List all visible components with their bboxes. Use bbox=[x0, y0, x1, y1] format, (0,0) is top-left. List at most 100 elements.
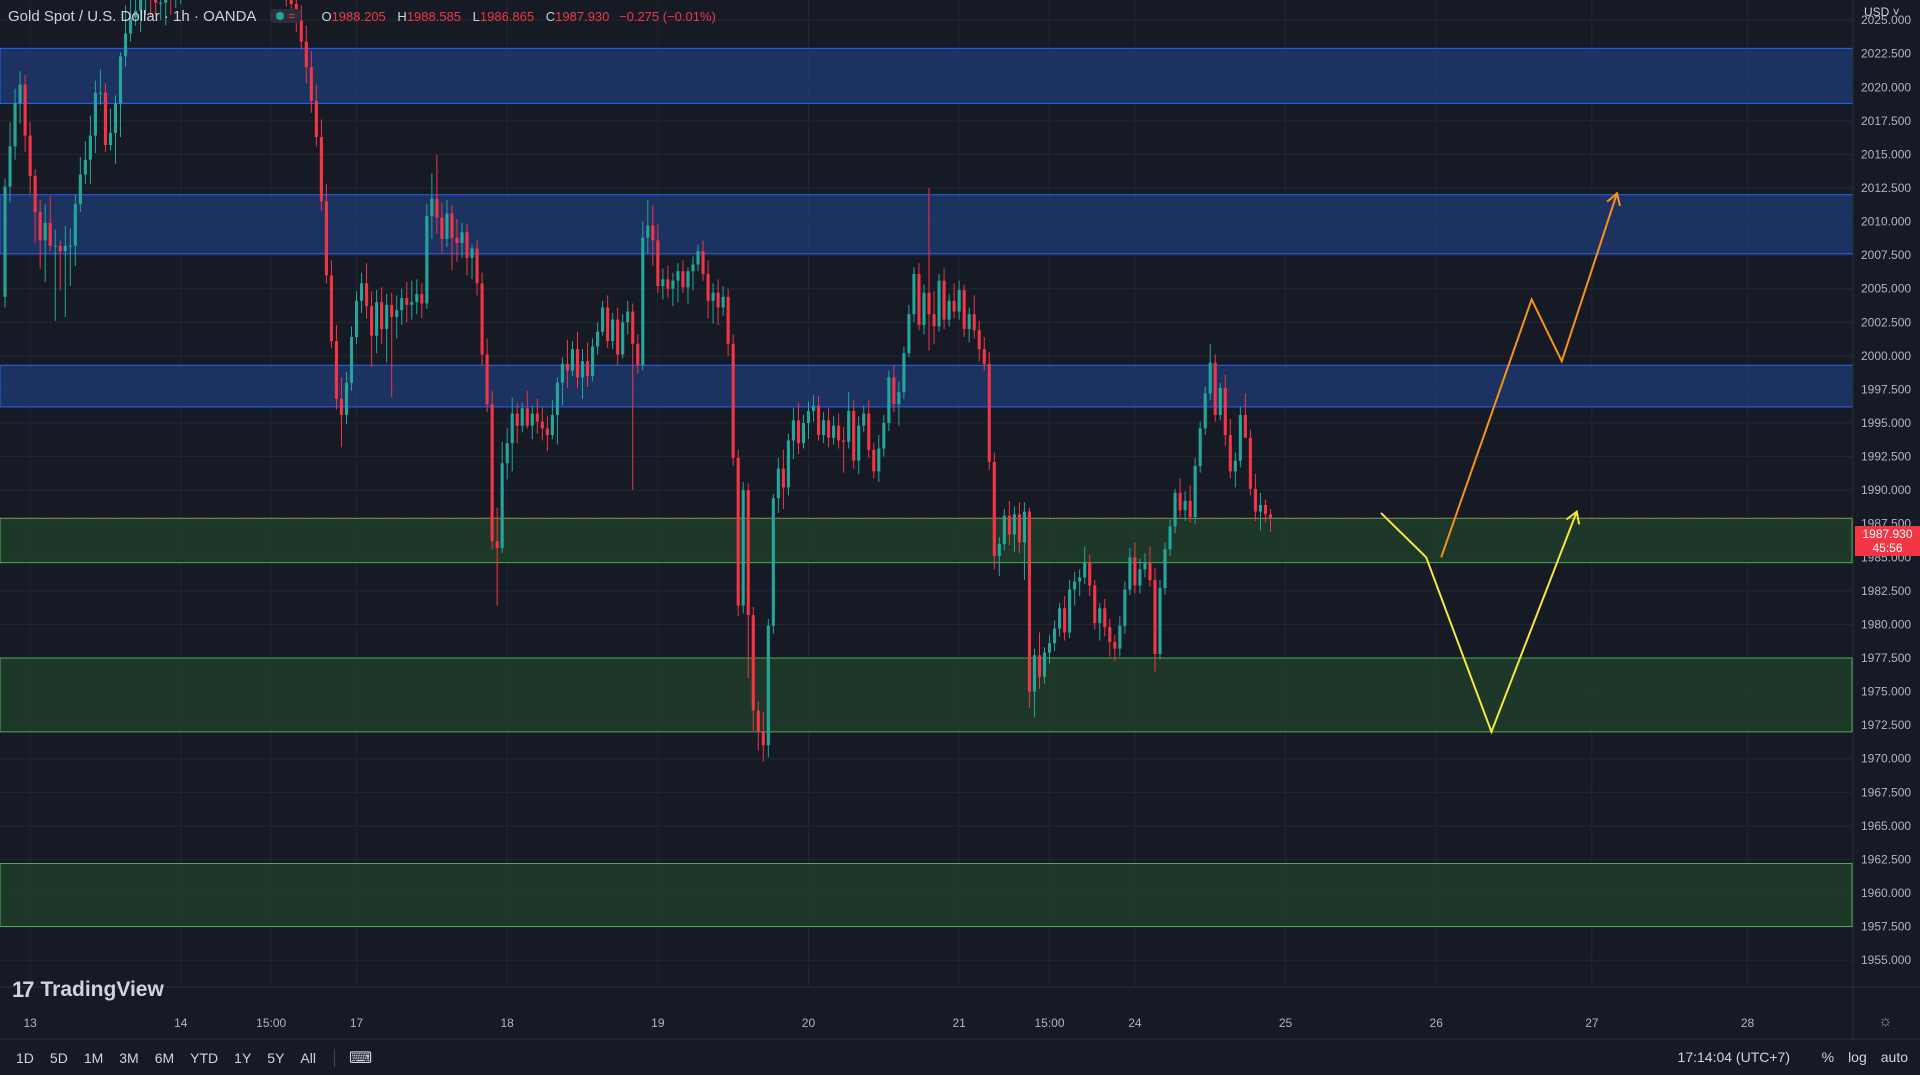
candle-down bbox=[390, 304, 394, 317]
candle-down bbox=[987, 363, 991, 462]
candle-up bbox=[1193, 465, 1197, 517]
candle-up bbox=[395, 310, 399, 317]
price-tick-label: 1977.500 bbox=[1861, 651, 1911, 665]
ohlc-values: O1988.205 H1988.585 L1986.865 C1987.930 … bbox=[313, 9, 715, 24]
candle-down bbox=[726, 296, 730, 344]
candle-up bbox=[8, 146, 12, 187]
candle-up bbox=[967, 314, 971, 329]
percent-scale-button[interactable]: % bbox=[1822, 1049, 1834, 1065]
candle-down bbox=[706, 273, 710, 301]
symbol-header: Gold Spot / U.S. Dollar · 1h · OANDA = O… bbox=[0, 0, 716, 32]
candle-up bbox=[505, 443, 509, 464]
settings-icon[interactable]: ☼ bbox=[1878, 1013, 1893, 1031]
auto-scale-button[interactable]: auto bbox=[1881, 1049, 1908, 1065]
range-1m-button[interactable]: 1M bbox=[84, 1050, 103, 1066]
candle-down bbox=[1017, 514, 1021, 543]
candle-down bbox=[917, 273, 921, 325]
price-chart[interactable]: 2025.0002022.5002020.0002017.5002015.000… bbox=[0, 0, 1920, 1075]
candle-down bbox=[796, 420, 801, 444]
candle-up bbox=[1047, 643, 1052, 653]
candle-up bbox=[937, 280, 941, 327]
candle-up bbox=[400, 298, 404, 311]
candle-up bbox=[1012, 514, 1016, 535]
range-5y-button[interactable]: 5Y bbox=[267, 1050, 284, 1066]
timezone-clock[interactable]: 17:14:04 (UTC+7) bbox=[1678, 1049, 1790, 1065]
candle-up bbox=[1173, 492, 1177, 527]
candle-up bbox=[1158, 588, 1162, 654]
candle-down bbox=[816, 405, 821, 436]
candle-up bbox=[601, 307, 605, 332]
candle-up bbox=[801, 423, 806, 444]
candle-down bbox=[565, 363, 570, 371]
candle-up bbox=[696, 251, 700, 265]
price-tick-label: 2002.500 bbox=[1861, 315, 1911, 329]
candle-down bbox=[1243, 414, 1247, 438]
time-tick-label: 15:00 bbox=[1035, 1016, 1065, 1030]
candle-down bbox=[38, 212, 42, 241]
high-label: H bbox=[397, 8, 407, 24]
candle-down bbox=[1007, 515, 1011, 535]
candle-up bbox=[741, 490, 745, 606]
candle-up bbox=[611, 319, 615, 342]
range-3m-button[interactable]: 3M bbox=[119, 1050, 138, 1066]
candle-down bbox=[475, 248, 479, 284]
symbol-title[interactable]: Gold Spot / U.S. Dollar · 1h · OANDA bbox=[8, 8, 256, 25]
candle-up bbox=[560, 363, 564, 383]
candle-down bbox=[1228, 435, 1232, 472]
candle-up bbox=[661, 279, 665, 287]
candle-down bbox=[490, 404, 494, 542]
candle-up bbox=[811, 405, 816, 411]
candle-up bbox=[1118, 625, 1122, 649]
candle-down bbox=[365, 283, 369, 307]
currency-selector[interactable]: USD ˅ bbox=[1864, 5, 1900, 19]
candle-up bbox=[621, 322, 625, 355]
candle-down bbox=[380, 302, 384, 329]
range-1y-button[interactable]: 1Y bbox=[234, 1050, 251, 1066]
candle-down bbox=[304, 41, 308, 68]
candle-down bbox=[666, 279, 670, 289]
candle-up bbox=[425, 216, 429, 304]
range-6m-button[interactable]: 6M bbox=[155, 1050, 174, 1066]
candle-down bbox=[756, 710, 760, 732]
candle-up bbox=[1208, 362, 1212, 394]
go-to-date-icon[interactable]: ⌨ bbox=[349, 1048, 372, 1068]
price-tick-label: 1967.500 bbox=[1861, 785, 1911, 799]
candle-up bbox=[847, 410, 851, 442]
price-axis[interactable]: 2025.0002022.5002020.0002017.5002015.000… bbox=[1852, 0, 1920, 1040]
log-scale-button[interactable]: log bbox=[1848, 1049, 1867, 1065]
close-label: C bbox=[545, 8, 556, 24]
range-all-button[interactable]: All bbox=[300, 1050, 316, 1066]
range-5d-button[interactable]: 5D bbox=[50, 1050, 68, 1066]
candle-down bbox=[736, 457, 740, 606]
candle-up bbox=[88, 135, 92, 160]
candle-up bbox=[118, 56, 123, 104]
open-value: 1988.205 bbox=[331, 8, 386, 24]
candle-up bbox=[375, 302, 379, 336]
candle-up bbox=[1128, 557, 1132, 590]
candle-down bbox=[651, 225, 655, 241]
tradingview-logo[interactable]: 17 TradingView bbox=[12, 977, 164, 1003]
candle-down bbox=[329, 275, 333, 342]
candle-up bbox=[530, 413, 534, 426]
bottom-toolbar: 1D 5D 1M 3M 6M YTD 1Y 5Y All ⌨ 17:14:04 … bbox=[0, 1040, 1920, 1075]
market-status[interactable]: = bbox=[270, 9, 302, 23]
candle-down bbox=[465, 232, 469, 258]
candle-down bbox=[1108, 627, 1112, 642]
price-tick-label: 1992.500 bbox=[1861, 450, 1911, 464]
range-ytd-button[interactable]: YTD bbox=[190, 1050, 218, 1066]
time-axis[interactable]: 13 14 15:00 17 18 19 20 21 15:00 24 25 26 27 28 bbox=[0, 986, 1920, 1040]
candle-up bbox=[500, 463, 504, 548]
candle-down bbox=[440, 217, 444, 240]
scale-options: % log auto bbox=[1822, 1049, 1908, 1065]
price-tick-label: 2010.000 bbox=[1861, 215, 1911, 229]
candle-up bbox=[832, 425, 836, 438]
candle-up bbox=[360, 283, 364, 301]
candle-up bbox=[68, 245, 72, 247]
candle-down bbox=[1178, 492, 1182, 511]
candle-down bbox=[1027, 511, 1032, 692]
candle-up bbox=[1078, 577, 1082, 582]
candle-up bbox=[1098, 608, 1102, 624]
range-1d-button[interactable]: 1D bbox=[16, 1050, 34, 1066]
candle-up bbox=[922, 292, 926, 325]
candle-up bbox=[862, 413, 866, 426]
